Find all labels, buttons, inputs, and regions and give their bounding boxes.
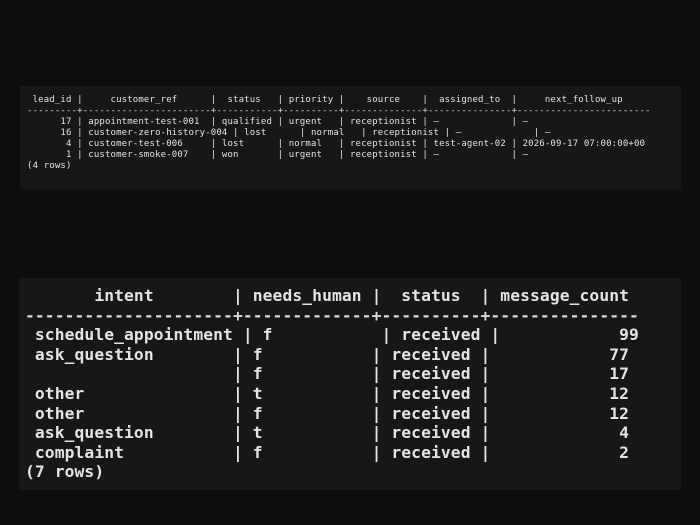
table-header: lead_id | customer_ref | status | priori…	[27, 95, 623, 105]
table-row: 16 | customer-zero-history-004 | lost | …	[27, 128, 551, 138]
table-row: 17 | appointment-test-001 | qualified | …	[27, 117, 529, 127]
table-separator: ---------+-----------------------+------…	[27, 106, 651, 116]
messages-query-output: intent | needs_human | status | message_…	[19, 278, 681, 490]
table-separator: ---------------------+-------------+----…	[25, 305, 639, 325]
row-count-footer: (4 rows)	[27, 161, 72, 171]
table-row: ask_question | f | received | 77	[25, 344, 630, 364]
table-row: ask_question | t | received | 4	[25, 423, 630, 443]
leads-query-output: lead_id | customer_ref | status | priori…	[20, 86, 681, 189]
table-row: other | t | received | 12	[25, 383, 630, 403]
leads-result-table: lead_id | customer_ref | status | priori…	[27, 95, 681, 172]
table-header: intent | needs_human | status | message_…	[25, 286, 630, 305]
messages-result-table: intent | needs_human | status | message_…	[25, 286, 681, 482]
row-count-footer: (7 rows)	[25, 462, 105, 482]
table-row: 4 | customer-test-006 | lost | normal | …	[27, 139, 646, 149]
table-row: | f | received | 17	[25, 364, 630, 384]
table-row: complaint | f | received | 2	[25, 442, 630, 462]
table-row: 1 | customer-smoke-007 | won | urgent | …	[27, 150, 529, 160]
table-row: other | f | received | 12	[25, 403, 630, 423]
table-row: schedule_appointment | f | received | 99	[25, 325, 639, 345]
